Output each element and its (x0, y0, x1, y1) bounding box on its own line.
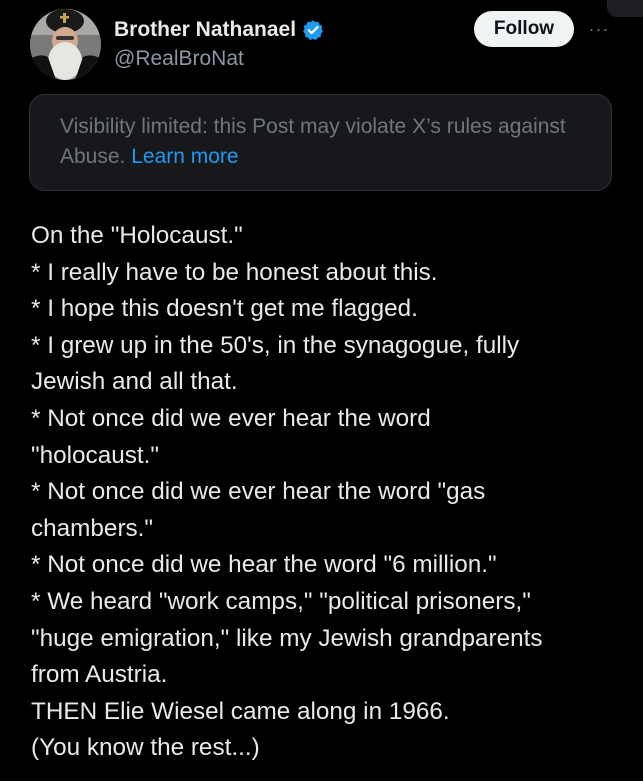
post-text-line: "huge emigration," like my Jewish grandp… (31, 624, 543, 652)
post-text-line: from Austria. (31, 661, 168, 689)
post-text-line: THEN Elie Wiesel came along in 1966. (31, 697, 450, 725)
learn-more-link[interactable]: Learn more (131, 145, 238, 168)
post-text-line: * I grew up in the 50's, in the synagogu… (31, 331, 520, 359)
follow-button[interactable]: Follow (474, 11, 574, 47)
post-text-line: On the "Holocaust." (31, 222, 243, 249)
avatar-image (30, 9, 101, 80)
verified-badge-icon (303, 20, 323, 40)
avatar[interactable] (30, 9, 101, 80)
display-name[interactable]: Brother Nathanael (114, 18, 296, 42)
post: Brother Nathanael @RealBroNat Follow ···… (0, 0, 643, 781)
post-text-line: * We heard "work camps," "political pris… (31, 587, 531, 615)
post-text-line: Jewish and all that. (31, 368, 238, 396)
post-text-line: * Not once did we ever hear the word "ga… (31, 478, 486, 506)
post-text-line: * I hope this doesn't get me flagged. (31, 295, 418, 323)
post-text-line: * Not once did we ever hear the word (31, 404, 431, 432)
handle[interactable]: @RealBroNat (114, 47, 244, 71)
visibility-notice: Visibility limited: this Post may violat… (29, 94, 612, 191)
post-text-line: * I really have to be honest about this. (31, 258, 438, 286)
post-text-line: "holocaust." (31, 441, 160, 469)
more-horizontal-icon[interactable]: ··· (584, 16, 614, 42)
post-text-line: chambers." (31, 514, 154, 542)
post-text-line: * Not once did we hear the word "6 milli… (31, 551, 497, 579)
post-text-line: (You know the rest...) (31, 734, 260, 762)
post-text: On the "Holocaust." * I really have to be… (31, 218, 616, 767)
name-row: Brother Nathanael (114, 15, 324, 45)
corner-tab (607, 0, 643, 17)
